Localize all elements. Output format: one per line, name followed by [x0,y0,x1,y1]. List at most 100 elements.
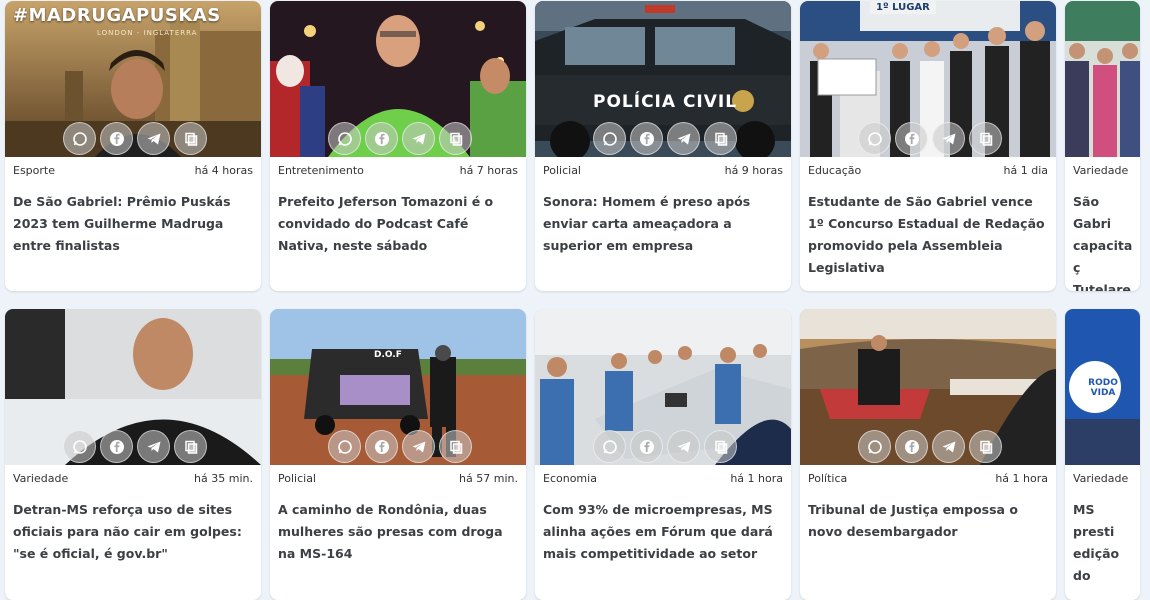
copy-link-icon[interactable] [174,122,207,155]
news-thumbnail[interactable] [800,309,1056,465]
news-card[interactable]: Entretenimento há 7 horas Prefeito Jefer… [270,1,526,291]
category-label: Esporte [13,163,55,177]
whatsapp-icon[interactable] [63,430,96,463]
overlay-title: #MADRUGAPUSKAS [13,5,221,26]
timestamp: há 7 horas [459,163,518,177]
share-bar [593,122,737,155]
card-meta: Política há 1 hora [808,471,1048,485]
category-label: Variedade [13,471,69,485]
card-meta: Entretenimento há 7 horas [278,163,518,177]
facebook-icon[interactable] [365,430,398,463]
whatsapp-icon[interactable] [593,430,626,463]
headline[interactable]: São Gabri capacitaç Tutelares [1073,191,1133,291]
headline[interactable]: Sonora: Homem é preso após enviar carta … [543,191,783,257]
whatsapp-icon[interactable] [328,122,361,155]
share-bar [858,430,1002,463]
news-card[interactable]: POLÍCIA CIVIL Policial há 9 horas Sonora… [535,1,791,291]
card-meta: Economia há 1 hora [543,471,783,485]
timestamp: há 57 min. [459,471,518,485]
news-card[interactable]: Economia há 1 hora Com 93% de microempre… [535,309,791,600]
overlay-title: POLÍCIA CIVIL [593,92,738,112]
whatsapp-icon[interactable] [858,430,891,463]
timestamp: há 1 hora [995,471,1048,485]
card-meta: Esporte há 4 horas [13,163,253,177]
news-card[interactable]: D.O.F Policial há 57 min. A caminho de R… [270,309,526,600]
whatsapp-icon[interactable] [63,122,96,155]
card-meta: Policial há 9 horas [543,163,783,177]
news-card[interactable]: Variedade há 35 min. Detran-MS reforça u… [5,309,261,600]
category-label: Policial [543,163,581,177]
telegram-icon[interactable] [932,122,965,155]
headline[interactable]: A caminho de Rondônia, duas mulheres são… [278,499,518,565]
news-thumbnail[interactable] [270,1,526,157]
headline[interactable]: Detran-MS reforça uso de sites oficiais … [13,499,253,565]
card-meta: Educação há 1 dia [808,163,1048,177]
share-bar [328,122,472,155]
telegram-icon[interactable] [667,122,700,155]
category-label: Policial [278,471,316,485]
news-card[interactable]: Política há 1 hora Tribunal de Justiça e… [800,309,1056,600]
telegram-icon[interactable] [137,430,170,463]
facebook-icon[interactable] [100,430,133,463]
telegram-icon[interactable] [402,122,435,155]
copy-link-icon[interactable] [969,122,1002,155]
news-thumbnail[interactable] [1065,1,1140,157]
headline[interactable]: De São Gabriel: Prêmio Puskás 2023 tem G… [13,191,253,257]
category-label: Economia [543,471,597,485]
category-label: Educação [808,163,862,177]
telegram-icon[interactable] [137,122,170,155]
whatsapp-icon[interactable] [328,430,361,463]
news-thumbnail[interactable] [5,309,261,465]
category-label: Variedade [1073,471,1129,485]
telegram-icon[interactable] [667,430,700,463]
facebook-icon[interactable] [100,122,133,155]
category-label: Variedade [1073,163,1129,177]
copy-link-icon[interactable] [704,430,737,463]
telegram-icon[interactable] [402,430,435,463]
telegram-icon[interactable] [932,430,965,463]
news-card[interactable]: Variedade São Gabri capacitaç Tutelares [1065,1,1140,291]
whatsapp-icon[interactable] [593,122,626,155]
news-thumbnail[interactable]: D.O.F [270,309,526,465]
headline[interactable]: MS presti edição do [1073,499,1135,587]
facebook-icon[interactable] [365,122,398,155]
card-meta: Variedade há 35 min. [13,471,253,485]
card-meta: Variedade [1073,163,1132,177]
headline[interactable]: Tribunal de Justiça empossa o novo desem… [808,499,1048,543]
share-bar [858,122,1002,155]
share-bar [593,430,737,463]
category-label: Entretenimento [278,163,364,177]
news-card[interactable]: 1º LUGAR Educação há 1 dia Estudante de … [800,1,1056,291]
news-card[interactable]: #MADRUGAPUSKAS LONDON - INGLATERRA Espor… [5,1,261,291]
copy-link-icon[interactable] [439,122,472,155]
timestamp: há 1 dia [1003,163,1048,177]
facebook-icon[interactable] [895,430,928,463]
overlay-title: RODO VIDA [1088,378,1118,398]
copy-link-icon[interactable] [174,430,207,463]
news-card[interactable]: RODO VIDA Variedade MS presti edição do [1065,309,1140,600]
copy-link-icon[interactable] [704,122,737,155]
share-bar [63,122,207,155]
news-thumbnail[interactable]: 1º LUGAR [800,1,1056,157]
headline[interactable]: Com 93% de microempresas, MS alinha açõe… [543,499,783,565]
overlay-title: 1º LUGAR [870,1,936,14]
news-thumbnail[interactable] [535,309,791,465]
whatsapp-icon[interactable] [858,122,891,155]
share-bar [328,430,472,463]
news-thumbnail[interactable]: RODO VIDA [1065,309,1140,465]
timestamp: há 35 min. [194,471,253,485]
category-label: Política [808,471,848,485]
headline[interactable]: Estudante de São Gabriel vence 1º Concur… [808,191,1048,279]
overlay-title: D.O.F [374,350,402,360]
copy-link-icon[interactable] [439,430,472,463]
share-bar [63,430,207,463]
copy-link-icon[interactable] [969,430,1002,463]
card-meta: Variedade [1073,471,1132,485]
overlay-subtitle: LONDON - INGLATERRA [97,29,198,37]
news-thumbnail[interactable]: POLÍCIA CIVIL [535,1,791,157]
facebook-icon[interactable] [630,430,663,463]
facebook-icon[interactable] [895,122,928,155]
facebook-icon[interactable] [630,122,663,155]
headline[interactable]: Prefeito Jeferson Tomazoni é o convidado… [278,191,518,257]
news-thumbnail[interactable]: #MADRUGAPUSKAS LONDON - INGLATERRA [5,1,261,157]
